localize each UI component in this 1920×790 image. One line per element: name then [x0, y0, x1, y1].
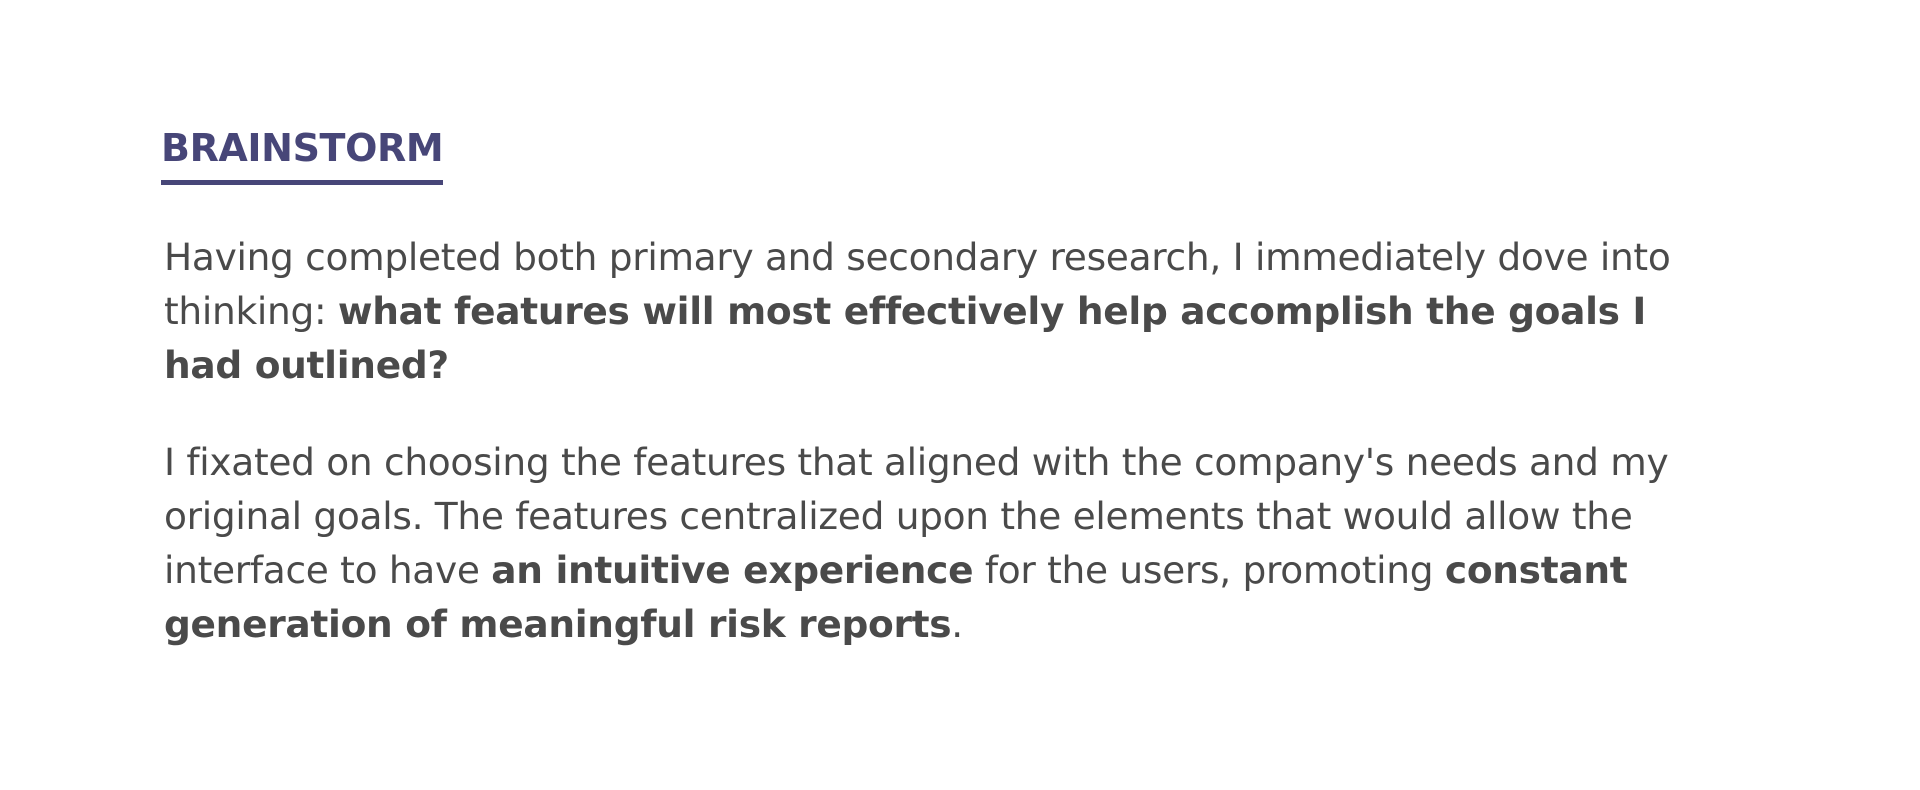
paragraph-research: Having completed both primary and second…	[161, 230, 1721, 392]
paragraph-features: I fixated on choosing the features that …	[161, 435, 1721, 651]
brainstorm-section: BRAINSTORM Having completed both primary…	[161, 127, 1721, 651]
paragraph-features-text-3: .	[951, 601, 963, 646]
paragraph-features-text-2: for the users, promoting	[973, 547, 1445, 592]
highlight-intuitive-experience: an intuitive experience	[491, 547, 974, 592]
section-heading: BRAINSTORM	[161, 127, 444, 185]
paragraph-research-question: what features will most effectively help…	[164, 288, 1647, 387]
